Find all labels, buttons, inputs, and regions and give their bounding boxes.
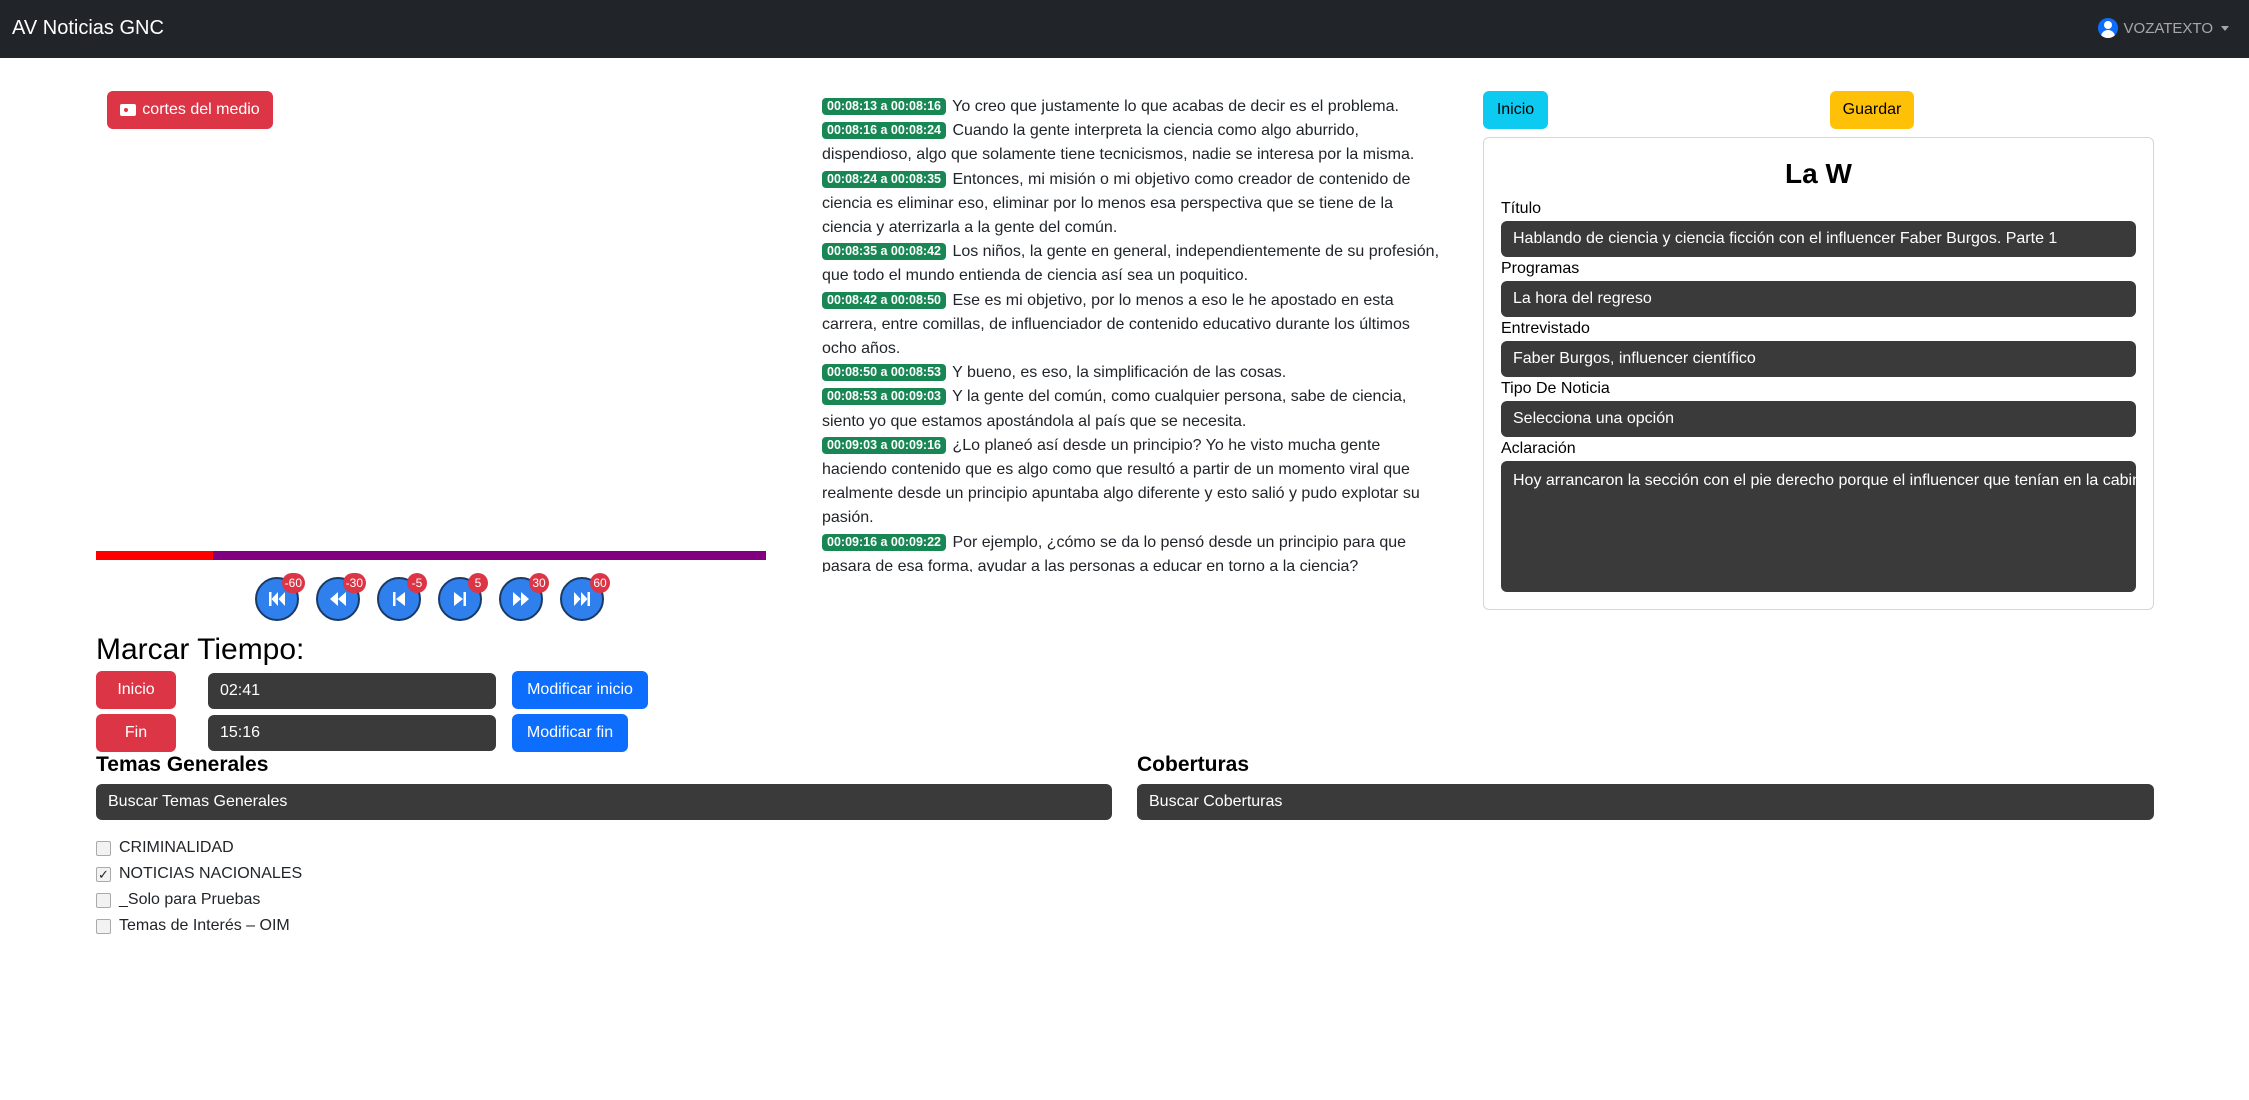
timestamp-badge[interactable]: 00:08:42 a 00:08:50 bbox=[822, 291, 946, 309]
rewind-30-button[interactable]: -30 bbox=[316, 573, 366, 621]
fast-forward-icon bbox=[513, 592, 529, 606]
programas-input[interactable]: La hora del regreso bbox=[1501, 281, 2136, 317]
forward-60-button[interactable]: 60 bbox=[560, 573, 610, 621]
transcript-panel[interactable]: 00:08:13 a 00:08:16 Yo creo que justamen… bbox=[822, 95, 1440, 572]
tema-label: CRIMINALIDAD bbox=[119, 839, 234, 856]
cortes-del-medio-button[interactable]: cortes del medio bbox=[107, 91, 273, 129]
timestamp-badge[interactable]: 00:08:53 a 00:09:03 bbox=[822, 388, 946, 406]
coberturas-title: Coberturas bbox=[1137, 753, 1250, 776]
marcar-tiempo-title: Marcar Tiempo: bbox=[96, 633, 305, 666]
progress-bar[interactable] bbox=[96, 551, 766, 560]
transcript-segment[interactable]: 00:08:35 a 00:08:42 Los niños, la gente … bbox=[822, 240, 1440, 288]
inicio-button[interactable]: Inicio bbox=[1483, 91, 1548, 129]
timestamp-badge[interactable]: 00:08:50 a 00:08:53 bbox=[822, 364, 946, 382]
tema-label: NOTICIAS NACIONALES bbox=[119, 865, 303, 882]
transcript-segment[interactable]: 00:08:53 a 00:09:03 Y la gente del común… bbox=[822, 385, 1440, 433]
timestamp-badge[interactable]: 00:09:03 a 00:09:16 bbox=[822, 436, 946, 454]
timestamp-badge[interactable]: 00:08:13 a 00:08:16 bbox=[822, 98, 946, 115]
transcript-segment[interactable]: 00:08:42 a 00:08:50 Ese es mi objetivo, … bbox=[822, 289, 1440, 362]
tema-item-solo-pruebas[interactable]: _Solo para Pruebas bbox=[96, 891, 260, 909]
checkbox[interactable] bbox=[96, 840, 111, 856]
segment-text: Yo creo que justamente lo que acabas de … bbox=[952, 98, 1399, 115]
seek-badge: -60 bbox=[281, 573, 305, 593]
timestamp-badge[interactable]: 00:08:16 a 00:08:24 bbox=[822, 122, 946, 140]
seek-badge: 60 bbox=[590, 573, 610, 593]
forward-30-button[interactable]: 30 bbox=[499, 573, 549, 621]
cortes-label: cortes del medio bbox=[142, 101, 260, 118]
seek-badge: -30 bbox=[342, 573, 366, 593]
tema-label: _Solo para Pruebas bbox=[119, 891, 261, 908]
transcript-segment[interactable]: 00:09:03 a 00:09:16 ¿Lo planeó así desde… bbox=[822, 434, 1440, 531]
rewind-60-button[interactable]: -60 bbox=[255, 573, 305, 621]
caret-down-icon bbox=[2221, 25, 2229, 31]
transcript-segment[interactable]: 00:08:50 a 00:08:53 Y bueno, es eso, la … bbox=[822, 361, 1440, 385]
modificar-inicio-button[interactable]: Modificar inicio bbox=[512, 671, 648, 709]
modificar-fin-button[interactable]: Modificar fin bbox=[512, 714, 628, 752]
aclaracion-textarea[interactable]: Hoy arrancaron la sección con el pie der… bbox=[1501, 461, 2136, 592]
user-name: VOZATEXTO bbox=[2123, 19, 2213, 37]
navbar: AV Noticias GNC VOZATEXTO bbox=[0, 0, 2249, 58]
tipo-noticia-label: Tipo De Noticia bbox=[1501, 380, 1610, 397]
skip-forward-icon bbox=[454, 592, 466, 606]
checkbox[interactable] bbox=[96, 918, 111, 934]
marcar-fin-button[interactable]: Fin bbox=[96, 714, 176, 752]
coberturas-search-input[interactable] bbox=[1137, 784, 2154, 820]
card-title: La W bbox=[1785, 158, 1852, 189]
temas-search-input[interactable] bbox=[96, 784, 1112, 820]
checkbox[interactable] bbox=[96, 892, 111, 908]
tema-label: Temas de Interés – OIM bbox=[119, 917, 290, 934]
user-menu[interactable]: VOZATEXTO bbox=[2097, 18, 2229, 38]
transcript-segment[interactable]: 00:08:24 a 00:08:35 Entonces, mi misión … bbox=[822, 168, 1440, 241]
programas-label: Programas bbox=[1501, 260, 1580, 277]
transcript-segment[interactable]: 00:09:16 a 00:09:22 Por ejemplo, ¿cómo s… bbox=[822, 531, 1440, 572]
rewind-5-button[interactable]: -5 bbox=[377, 573, 427, 621]
entrevistado-input[interactable]: Faber Burgos, influencer científico bbox=[1501, 341, 2136, 377]
skip-end-icon bbox=[574, 592, 590, 606]
timestamp-badge[interactable]: 00:09:16 a 00:09:22 bbox=[822, 533, 946, 551]
segment-text: Y bueno, es eso, la simplificación de la… bbox=[952, 364, 1287, 382]
brand[interactable]: AV Noticias GNC bbox=[12, 17, 164, 40]
guardar-button[interactable]: Guardar bbox=[1830, 91, 1914, 129]
timestamp-badge[interactable]: 00:08:24 a 00:08:35 bbox=[822, 170, 946, 188]
transcript-segment[interactable]: 00:08:16 a 00:08:24 Cuando la gente inte… bbox=[822, 119, 1440, 167]
marcar-inicio-button[interactable]: Inicio bbox=[96, 671, 176, 709]
transcript-segment[interactable]: 00:08:13 a 00:08:16 Yo creo que justamen… bbox=[822, 95, 1440, 119]
news-card: La W Título Hablando de ciencia y cienci… bbox=[1483, 137, 2154, 610]
id-card-icon bbox=[120, 104, 137, 116]
aclaracion-label: Aclaración bbox=[1501, 440, 1576, 457]
tipo-noticia-select[interactable]: Selecciona una opción bbox=[1501, 401, 2136, 437]
tema-item-criminalidad[interactable]: CRIMINALIDAD bbox=[96, 839, 234, 857]
seek-badge: -5 bbox=[407, 573, 427, 593]
inicio-time-input[interactable] bbox=[208, 673, 496, 709]
entrevistado-label: Entrevistado bbox=[1501, 320, 1590, 337]
timestamp-badge[interactable]: 00:08:35 a 00:08:42 bbox=[822, 243, 946, 261]
user-avatar-icon bbox=[2097, 18, 2118, 38]
checkbox[interactable]: ✓ bbox=[96, 866, 111, 882]
titulo-label: Título bbox=[1501, 200, 1542, 217]
fin-time-input[interactable] bbox=[208, 715, 496, 751]
seek-badge: 5 bbox=[468, 573, 488, 593]
progress-fill bbox=[96, 551, 214, 560]
tema-item-noticias-nacionales[interactable]: ✓ NOTICIAS NACIONALES bbox=[96, 865, 302, 883]
skip-backward-icon bbox=[393, 592, 405, 606]
seek-badge: 30 bbox=[529, 573, 549, 593]
titulo-input[interactable]: Hablando de ciencia y ciencia ficción co… bbox=[1501, 221, 2136, 257]
tema-item-temas-interes-oim[interactable]: Temas de Interés – OIM bbox=[96, 917, 290, 935]
forward-5-button[interactable]: 5 bbox=[438, 573, 488, 621]
temas-generales-title: Temas Generales bbox=[96, 753, 269, 776]
